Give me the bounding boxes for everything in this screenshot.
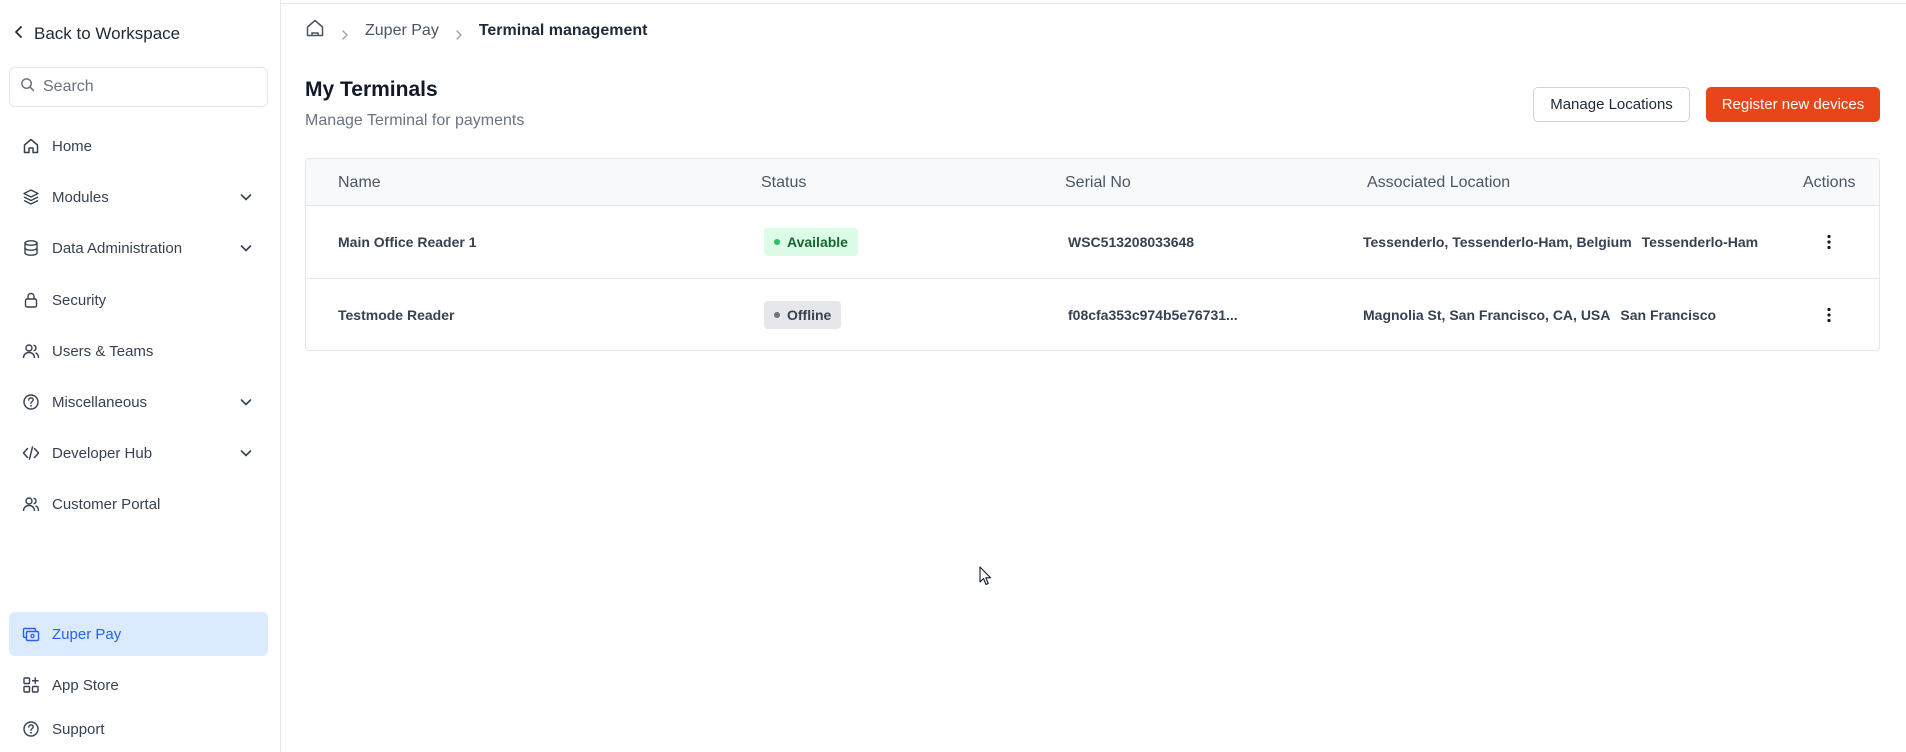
- payment-icon: [22, 625, 40, 643]
- search-input[interactable]: [43, 78, 257, 96]
- app-root: Back to Workspace Home Modules: [0, 0, 1906, 752]
- column-header-location[interactable]: Associated Location: [1367, 174, 1510, 192]
- sidebar-item-label: Developer Hub: [52, 444, 153, 462]
- top-divider: [281, 3, 1906, 4]
- breadcrumb-current: Terminal management: [478, 21, 648, 39]
- sidebar-item-zuper-pay[interactable]: Zuper Pay: [9, 612, 268, 656]
- sidebar: Back to Workspace Home Modules: [0, 0, 281, 752]
- back-link-label: Back to Workspace: [34, 24, 181, 43]
- sidebar-item-modules[interactable]: Modules: [9, 176, 268, 218]
- database-icon: [22, 239, 40, 257]
- sidebar-item-users-teams[interactable]: Users & Teams: [9, 330, 268, 372]
- table-header: Name Status Serial No Associated Locatio…: [306, 159, 1879, 206]
- users-icon: [22, 342, 40, 360]
- main-content: Zuper Pay Terminal management My Termina…: [281, 0, 1906, 752]
- chevron-left-icon: [12, 24, 26, 44]
- chevron-down-icon[interactable]: [238, 240, 254, 256]
- status-dot: [774, 239, 780, 245]
- chevron-right-icon: [453, 25, 465, 40]
- location-city: San Francisco: [1620, 307, 1717, 323]
- associated-location: Tessenderlo, Tessenderlo-Ham, Belgium Tes…: [1363, 234, 1758, 250]
- chevron-down-icon[interactable]: [238, 445, 254, 461]
- status-dot: [774, 312, 780, 318]
- help-circle-icon: [22, 720, 40, 738]
- column-header-actions: Actions: [1803, 174, 1856, 191]
- sidebar-item-label: Modules: [52, 188, 109, 206]
- layers-icon: [22, 188, 40, 206]
- users-icon: [22, 495, 40, 513]
- terminal-name: Testmode Reader: [338, 307, 455, 323]
- chevron-down-icon[interactable]: [238, 394, 254, 410]
- terminals-table: Name Status Serial No Associated Locatio…: [305, 158, 1880, 351]
- grid-icon: [22, 676, 40, 694]
- sidebar-item-app-store[interactable]: App Store: [9, 664, 268, 706]
- sidebar-item-data-administration[interactable]: Data Administration: [9, 227, 268, 269]
- terminal-name: Main Office Reader 1: [338, 234, 477, 250]
- column-header-name[interactable]: Name: [338, 174, 381, 192]
- sidebar-item-label: Customer Portal: [52, 495, 161, 513]
- search-icon: [20, 77, 35, 97]
- status-badge: Offline: [764, 301, 842, 329]
- sidebar-item-label: Users & Teams: [52, 342, 154, 360]
- home-icon[interactable]: [305, 18, 325, 43]
- breadcrumb: Zuper Pay Terminal management: [305, 18, 647, 43]
- breadcrumb-zuper-pay[interactable]: Zuper Pay: [365, 22, 439, 40]
- location-address: Magnolia St, San Francisco, CA, USA: [1363, 307, 1611, 323]
- table-row[interactable]: Testmode Reader Offline f08cfa353c974b5e…: [306, 279, 1879, 350]
- lock-icon: [22, 291, 40, 309]
- column-header-status[interactable]: Status: [761, 174, 806, 192]
- mouse-cursor-icon: [979, 566, 993, 586]
- code-icon: [22, 444, 40, 462]
- location-city: Tessenderlo-Ham: [1641, 234, 1759, 250]
- sidebar-item-label: Support: [52, 720, 105, 738]
- sidebar-item-label: App Store: [52, 676, 119, 694]
- sidebar-item-developer-hub[interactable]: Developer Hub: [9, 432, 268, 474]
- location-address: Tessenderlo, Tessenderlo-Ham, Belgium: [1363, 234, 1632, 250]
- sidebar-item-label: Security: [52, 291, 107, 309]
- sidebar-item-label: Data Administration: [52, 239, 183, 257]
- page-subtitle: Manage Terminal for payments: [305, 112, 525, 129]
- chevron-right-icon: [339, 25, 351, 40]
- status-label: Available: [787, 234, 848, 250]
- table-row[interactable]: Main Office Reader 1 Available WSC513208…: [306, 206, 1879, 279]
- more-vertical-icon[interactable]: [1819, 305, 1839, 325]
- sidebar-item-label: Zuper Pay: [52, 625, 122, 643]
- serial-number: WSC513208033648: [1068, 234, 1195, 250]
- manage-locations-button[interactable]: Manage Locations: [1533, 87, 1690, 122]
- sidebar-item-security[interactable]: Security: [9, 279, 268, 321]
- serial-number: f08cfa353c974b5e76731...: [1068, 307, 1238, 323]
- sidebar-item-label: Miscellaneous: [52, 393, 148, 411]
- register-new-devices-button[interactable]: Register new devices: [1706, 87, 1880, 122]
- status-badge: Available: [764, 228, 858, 256]
- search-box: [9, 67, 268, 107]
- sidebar-item-home[interactable]: Home: [9, 125, 268, 167]
- chevron-down-icon[interactable]: [238, 189, 254, 205]
- page-title: My Terminals: [305, 78, 438, 101]
- status-label: Offline: [787, 307, 832, 323]
- sidebar-item-miscellaneous[interactable]: Miscellaneous: [9, 381, 268, 423]
- column-header-serial[interactable]: Serial No: [1065, 174, 1131, 192]
- sidebar-item-support[interactable]: Support: [9, 708, 268, 750]
- more-vertical-icon[interactable]: [1819, 232, 1839, 252]
- sidebar-item-customer-portal[interactable]: Customer Portal: [9, 483, 268, 525]
- home-icon: [22, 137, 40, 155]
- sidebar-item-label: Home: [52, 137, 93, 155]
- back-to-workspace-link[interactable]: Back to Workspace: [12, 24, 180, 44]
- help-circle-icon: [22, 393, 40, 411]
- associated-location: Magnolia St, San Francisco, CA, USA San F…: [1363, 307, 1716, 323]
